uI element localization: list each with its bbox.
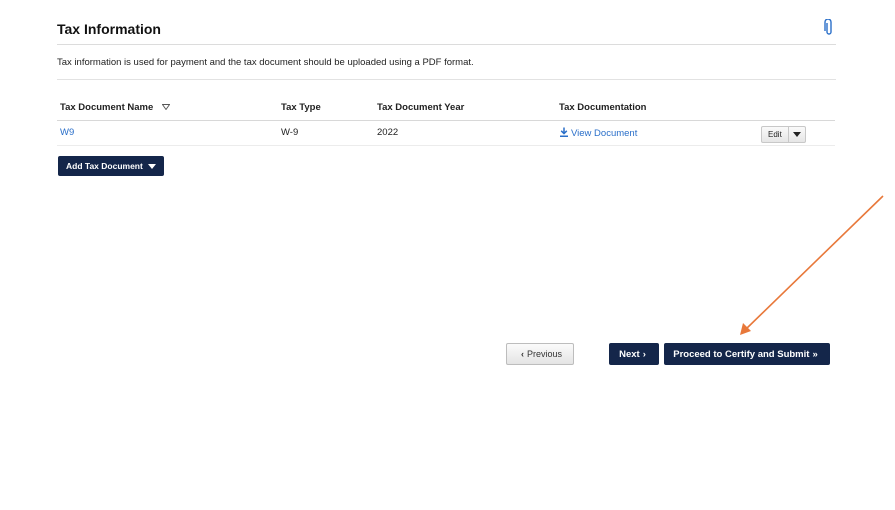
column-header-type: Tax Type — [278, 95, 374, 121]
paperclip-icon[interactable] — [824, 19, 834, 36]
edit-split-button: Edit — [761, 125, 806, 143]
page-header: Tax Information — [57, 19, 836, 45]
tax-documents-table: Tax Document Name Tax Type Tax Document … — [57, 95, 835, 146]
annotation-arrow — [740, 195, 884, 335]
cell-doc-name[interactable]: W9 — [57, 120, 278, 146]
cell-documentation: View Document — [556, 120, 732, 146]
divider — [57, 79, 836, 80]
next-label: Next — [619, 348, 640, 360]
add-tax-document-label: Add Tax Document — [66, 161, 143, 171]
double-chevron-right-icon: » — [812, 348, 818, 360]
page-title: Tax Information — [57, 21, 161, 37]
edit-button[interactable]: Edit — [762, 126, 789, 142]
view-document-link[interactable]: View Document — [559, 127, 638, 139]
table-header-row: Tax Document Name Tax Type Tax Document … — [57, 95, 835, 121]
cell-doc-year: 2022 — [374, 120, 556, 146]
doc-name-link[interactable]: W9 — [60, 127, 74, 138]
proceed-to-certify-button[interactable]: Proceed to Certify and Submit » — [664, 343, 830, 365]
download-icon — [560, 127, 568, 137]
column-header-label: Tax Document Name — [60, 101, 154, 113]
caret-down-icon — [792, 131, 801, 137]
column-header-actions — [732, 95, 835, 121]
edit-dropdown-toggle[interactable] — [789, 127, 805, 142]
previous-button[interactable]: ‹ Previous — [506, 343, 574, 365]
column-header-documentation: Tax Documentation — [556, 95, 732, 121]
proceed-label: Proceed to Certify and Submit — [673, 348, 810, 360]
sort-triangle-icon[interactable] — [161, 104, 170, 111]
table-row: W9 W-9 2022 View Document Edit — [57, 120, 835, 146]
column-header-year: Tax Document Year — [374, 95, 556, 121]
cell-actions: Edit — [732, 120, 835, 146]
cell-tax-type: W-9 — [278, 120, 374, 146]
chevron-left-icon: ‹ — [520, 349, 524, 359]
tax-description: Tax information is used for payment and … — [57, 57, 474, 68]
chevron-right-icon: › — [642, 348, 646, 360]
add-tax-document-button[interactable]: Add Tax Document — [58, 156, 164, 176]
next-button[interactable]: Next › — [609, 343, 659, 365]
column-header-name[interactable]: Tax Document Name — [57, 95, 278, 121]
previous-label: Previous — [526, 349, 562, 359]
view-document-label: View Document — [571, 127, 638, 139]
caret-down-icon — [147, 163, 156, 169]
